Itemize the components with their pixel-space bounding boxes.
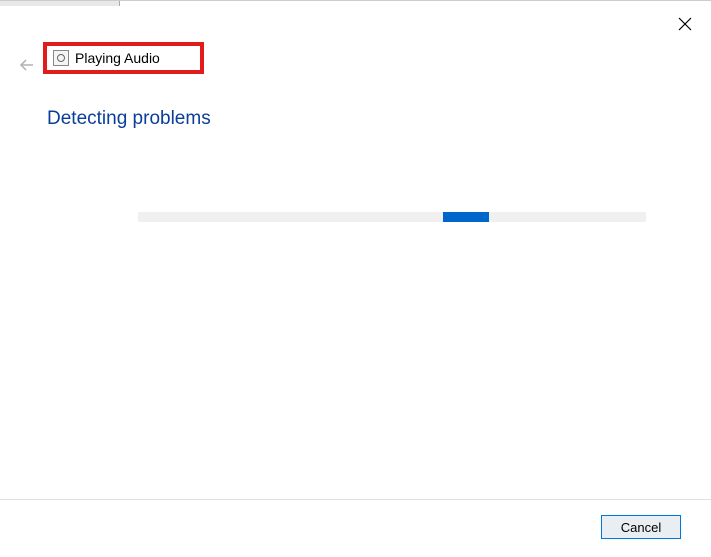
window-top-tab-stub	[0, 1, 120, 6]
troubleshooter-title-highlight: Playing Audio	[43, 42, 204, 74]
troubleshooter-title: Playing Audio	[75, 50, 160, 66]
back-button	[15, 53, 39, 77]
cancel-button[interactable]: Cancel	[601, 515, 681, 539]
close-button[interactable]	[673, 12, 697, 36]
progress-fill	[443, 212, 489, 222]
close-icon	[678, 17, 692, 31]
troubleshooter-icon	[53, 50, 69, 66]
window-top-edge	[0, 0, 711, 5]
back-arrow-icon	[18, 56, 36, 74]
progress-bar	[138, 212, 646, 222]
footer-divider	[0, 499, 711, 500]
page-heading: Detecting problems	[47, 108, 211, 130]
